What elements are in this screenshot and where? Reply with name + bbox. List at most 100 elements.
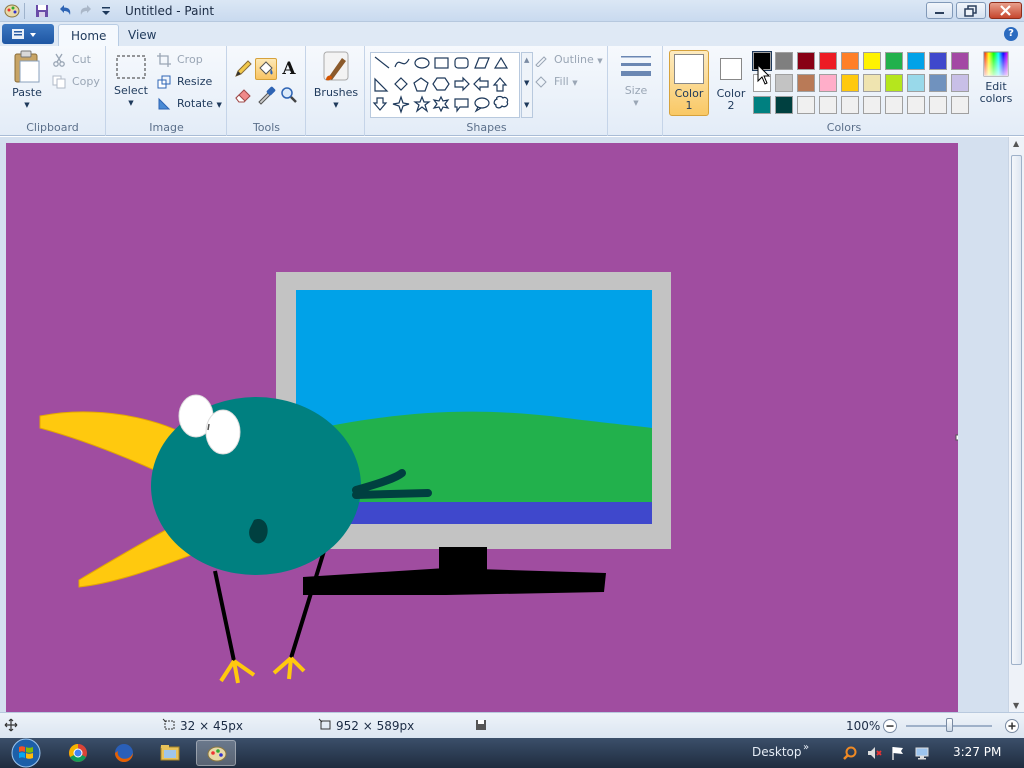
color2-button[interactable]: Color 2 [712, 50, 750, 116]
network-icon[interactable] [914, 745, 930, 761]
tab-view[interactable]: View [116, 24, 168, 46]
shapes-scroll[interactable]: ▲ ▼ ▼ [521, 52, 533, 118]
color1-button[interactable]: Color 1 [669, 50, 709, 116]
copy-button[interactable]: Copy [52, 72, 100, 92]
pencil-tool[interactable] [232, 58, 254, 80]
zoom-slider-thumb[interactable] [946, 718, 953, 732]
close-button[interactable] [989, 2, 1022, 19]
color-swatch[interactable] [885, 96, 903, 114]
color-swatch[interactable] [863, 74, 881, 92]
file-menu-button[interactable] [2, 24, 54, 44]
color-picker-tool[interactable] [255, 84, 277, 106]
color-swatch[interactable] [797, 52, 815, 70]
color-swatch[interactable] [841, 52, 859, 70]
color-swatch[interactable] [929, 74, 947, 92]
resize-button[interactable]: Resize [157, 72, 212, 92]
magnifier-tool[interactable] [278, 84, 300, 106]
tab-home[interactable]: Home [58, 24, 120, 46]
crop-button[interactable]: Crop [157, 50, 203, 70]
color-swatch[interactable] [841, 96, 859, 114]
customize-icon[interactable] [98, 3, 114, 19]
maximize-button[interactable] [956, 2, 986, 19]
scroll-down-icon[interactable]: ▼ [524, 79, 529, 87]
color-swatch[interactable] [885, 74, 903, 92]
zoom-out-icon[interactable] [882, 718, 898, 734]
fill-tool[interactable] [255, 58, 277, 80]
color-swatch[interactable] [841, 74, 859, 92]
shapes-gallery [370, 52, 520, 118]
text-icon[interactable]: A [278, 58, 300, 80]
zoom-in-icon[interactable] [1004, 718, 1020, 734]
rainbow-palette-icon [983, 51, 1009, 77]
color-swatch[interactable] [775, 96, 793, 114]
edit-colors-button[interactable]: Edit colors [976, 50, 1016, 116]
tools-group: A Tools [228, 46, 306, 136]
shapes-gallery-icons[interactable] [371, 53, 519, 117]
brushes-label: Brushes [313, 86, 359, 99]
outline-button[interactable]: Outline ▼ [534, 50, 603, 70]
taskbar-explorer[interactable] [150, 740, 190, 766]
bird-pupil [207, 423, 210, 431]
line-size-icon [621, 56, 651, 76]
size-button[interactable]: Size ▼ [615, 52, 657, 116]
rotate-button[interactable]: Rotate ▼ [157, 94, 222, 114]
undo-icon[interactable] [57, 3, 73, 19]
drawing-canvas[interactable] [6, 143, 962, 712]
color-swatch[interactable] [951, 74, 969, 92]
color-swatch[interactable] [819, 96, 837, 114]
color-swatch[interactable] [753, 96, 771, 114]
brushes-button[interactable]: Brushes ▼ [313, 50, 359, 116]
help-icon[interactable]: ? [1004, 27, 1018, 41]
action-center-flag-icon[interactable] [890, 745, 906, 761]
redo-icon[interactable] [78, 3, 94, 19]
color-swatch[interactable] [863, 52, 881, 70]
color-swatch[interactable] [929, 96, 947, 114]
color-swatch[interactable] [775, 74, 793, 92]
color-swatch[interactable] [797, 74, 815, 92]
taskbar-paint[interactable] [196, 740, 236, 766]
canvas-resize-handle[interactable] [955, 434, 962, 441]
color-swatch[interactable] [819, 74, 837, 92]
image-group: Select ▼ Crop Resize Rotate ▼ Image [107, 46, 227, 136]
color-swatch[interactable] [819, 52, 837, 70]
color-swatch[interactable] [907, 74, 925, 92]
color-swatch[interactable] [885, 52, 903, 70]
cut-button[interactable]: Cut [52, 50, 91, 70]
paste-button[interactable]: Paste ▼ [8, 50, 46, 116]
color-swatch[interactable] [907, 96, 925, 114]
resize-icon [157, 75, 171, 89]
search-icon[interactable] [842, 745, 858, 761]
chevron-right-icon[interactable]: » [803, 742, 809, 753]
taskbar-chrome[interactable] [58, 740, 98, 766]
color-swatch[interactable] [863, 96, 881, 114]
color-swatch[interactable] [951, 52, 969, 70]
eraser-tool[interactable] [232, 84, 254, 106]
colors-group: Color 1 Color 2 Edit colors Colors [664, 46, 1024, 136]
canvas-drawing [39, 272, 962, 684]
expand-gallery-icon[interactable]: ▼ [524, 101, 529, 109]
size-group: Size ▼ [609, 46, 663, 136]
scrollbar-thumb[interactable] [1011, 155, 1022, 665]
paint-app-icon[interactable] [4, 3, 20, 19]
scroll-down-icon[interactable]: ▼ [1013, 701, 1019, 710]
scroll-up-icon[interactable]: ▲ [524, 56, 529, 64]
start-button[interactable] [4, 738, 48, 768]
color-swatch[interactable] [775, 52, 793, 70]
taskbar-clock[interactable]: 3:27 PM [953, 745, 1001, 759]
color-swatch[interactable] [797, 96, 815, 114]
volume-muted-icon[interactable] [866, 745, 882, 761]
copy-label: Copy [72, 75, 100, 88]
color-swatch[interactable] [951, 96, 969, 114]
taskbar-firefox[interactable] [104, 740, 144, 766]
vertical-scrollbar[interactable]: ▲ ▼ [1008, 137, 1024, 712]
scissors-icon [53, 53, 65, 67]
crop-label: Crop [177, 53, 203, 66]
select-button[interactable]: Select ▼ [113, 54, 149, 116]
color-swatch[interactable] [929, 52, 947, 70]
fill-button[interactable]: Fill ▼ [534, 72, 578, 92]
save-icon[interactable] [34, 3, 50, 19]
color-swatch[interactable] [907, 52, 925, 70]
desktop-toolbar-label[interactable]: Desktop [752, 745, 802, 759]
minimize-button[interactable] [926, 2, 953, 19]
scroll-up-icon[interactable]: ▲ [1013, 139, 1019, 148]
